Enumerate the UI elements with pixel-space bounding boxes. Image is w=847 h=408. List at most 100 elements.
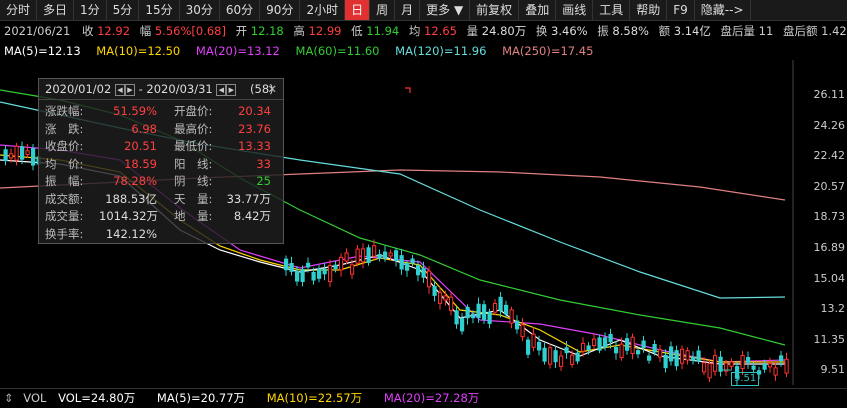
y-tick-label: 20.57 — [813, 179, 846, 193]
stat-label: 均 价: — [45, 156, 84, 171]
vol-ma10: MA(10)=22.57万 — [266, 391, 363, 405]
candle-body — [383, 251, 388, 259]
change-label: 幅 — [139, 24, 152, 38]
candle-body — [482, 304, 487, 320]
close-icon[interactable]: ✕ — [267, 79, 277, 99]
interval-stats-popup[interactable]: 2020/01/02 ◀ ▶ - 2020/03/31 ◀ ▶ (58) ✕ 涨跌幅… — [38, 78, 284, 244]
ma5-legend: MA(5)=12.13 — [4, 44, 81, 58]
candle-body — [438, 292, 443, 304]
candle-body — [608, 333, 613, 343]
candle-body — [740, 354, 745, 370]
stat-value: 33 — [256, 156, 271, 171]
candle-body — [493, 302, 498, 313]
high-value: 12.99 — [308, 24, 342, 38]
toolbar-item-2[interactable]: 1分 — [74, 0, 107, 20]
quote-date: 2021/06/21 — [4, 24, 71, 38]
candle-body — [25, 150, 30, 155]
candle-body — [641, 340, 646, 349]
vol-icon[interactable]: ⇕ — [4, 391, 14, 405]
candle-body — [333, 264, 338, 269]
candle-body — [625, 338, 630, 351]
stat-value: 18.59 — [124, 156, 157, 171]
amount-label: 额 — [658, 24, 671, 38]
range-start-next-button[interactable]: ▶ — [124, 83, 135, 96]
close-label: 收 — [81, 24, 94, 38]
candle-body — [31, 148, 36, 166]
range-end-next-button[interactable]: ▶ — [226, 83, 237, 96]
toolbar-item-15[interactable]: 画线 — [556, 0, 594, 20]
candle-body — [366, 247, 371, 263]
candle-body — [20, 146, 25, 160]
toolbar-item-9[interactable]: 日 — [345, 0, 371, 20]
amplitude-value: 8.58% — [612, 24, 649, 38]
candle-body — [476, 303, 481, 319]
stat-label: 开盘价: — [174, 104, 213, 118]
ma60-legend: MA(60)=11.60 — [295, 44, 380, 58]
candle-body — [586, 345, 591, 351]
toolbar-item-6[interactable]: 60分 — [220, 0, 261, 20]
candle-body — [702, 362, 707, 373]
y-tick-label: 13.2 — [820, 302, 846, 316]
candle-body — [284, 258, 289, 271]
stat-value: 188.53亿 — [105, 191, 157, 206]
toolbar-item-10[interactable]: 周 — [370, 0, 396, 20]
volume-value: 24.80万 — [481, 24, 527, 38]
toolbar-item-12[interactable]: 更多 ▼ — [420, 0, 471, 20]
candle-body — [311, 271, 316, 281]
candle-body — [713, 355, 718, 372]
toolbar-item-19[interactable]: 隐藏--> — [695, 0, 751, 20]
candle-body — [465, 306, 470, 319]
stat-label: 成交量: — [45, 209, 84, 223]
toolbar-item-5[interactable]: 30分 — [180, 0, 220, 20]
y-tick-label: 22.42 — [813, 149, 846, 163]
toolbar-item-14[interactable]: 叠加 — [519, 0, 557, 20]
stat-label: 换手率: — [45, 226, 84, 241]
candle-body — [399, 255, 404, 270]
candle-body — [575, 352, 580, 362]
toolbar-item-0[interactable]: 分时 — [0, 0, 38, 20]
candle-body — [647, 355, 652, 361]
toolbar-item-7[interactable]: 90分 — [260, 0, 301, 20]
stat-label: 阳 线: — [174, 156, 213, 171]
toolbar-item-4[interactable]: 15分 — [139, 0, 180, 20]
candle-body — [394, 250, 399, 261]
stat-value: 1014.32万 — [99, 209, 159, 223]
toolbar-item-17[interactable]: 帮助 — [630, 0, 668, 20]
candle-body — [696, 350, 701, 362]
candle-body — [416, 265, 421, 276]
toolbar-item-8[interactable]: 2小时 — [300, 0, 346, 20]
candle-body — [548, 347, 553, 365]
candle-body — [685, 350, 690, 361]
popup-header: 2020/01/02 ◀ ▶ - 2020/03/31 ◀ ▶ (58) ✕ — [39, 79, 283, 100]
candle-body — [300, 268, 305, 283]
y-tick-label: 18.73 — [813, 210, 846, 224]
candle-body — [322, 268, 327, 275]
candle-body — [603, 337, 608, 348]
volume-label: 量 — [466, 24, 479, 38]
ma250-legend: MA(250)=17.45 — [502, 44, 594, 58]
toolbar-item-3[interactable]: 5分 — [107, 0, 140, 20]
toolbar-item-16[interactable]: 工具 — [593, 0, 631, 20]
toolbar-item-11[interactable]: 月 — [395, 0, 421, 20]
ma120-legend: MA(120)=11.96 — [395, 44, 487, 58]
toolbar-item-13[interactable]: 前复权 — [470, 0, 520, 20]
candle-body — [746, 356, 751, 363]
stat-value: 142.12% — [105, 226, 157, 241]
candle-body — [531, 333, 536, 348]
candle-body — [454, 310, 459, 325]
y-tick-label: 11.35 — [813, 332, 846, 346]
change-value: 5.56%[0.68] — [154, 24, 226, 38]
candle-body — [751, 365, 756, 370]
after-hours-volume: 盘后量 11 — [720, 24, 774, 38]
toolbar-item-1[interactable]: 多日 — [37, 0, 75, 20]
candle-body — [515, 320, 520, 330]
range-start-prev-button[interactable]: ◀ — [114, 83, 125, 96]
toolbar-item-18[interactable]: F9 — [667, 0, 695, 20]
candle-body — [553, 350, 558, 363]
candle-body — [559, 355, 564, 367]
turnover-value: 3.46% — [551, 24, 588, 38]
candle-body — [564, 347, 569, 354]
range-end-prev-button[interactable]: ◀ — [216, 83, 227, 96]
candle-body — [295, 270, 300, 282]
vol-label: VOL — [23, 391, 47, 405]
